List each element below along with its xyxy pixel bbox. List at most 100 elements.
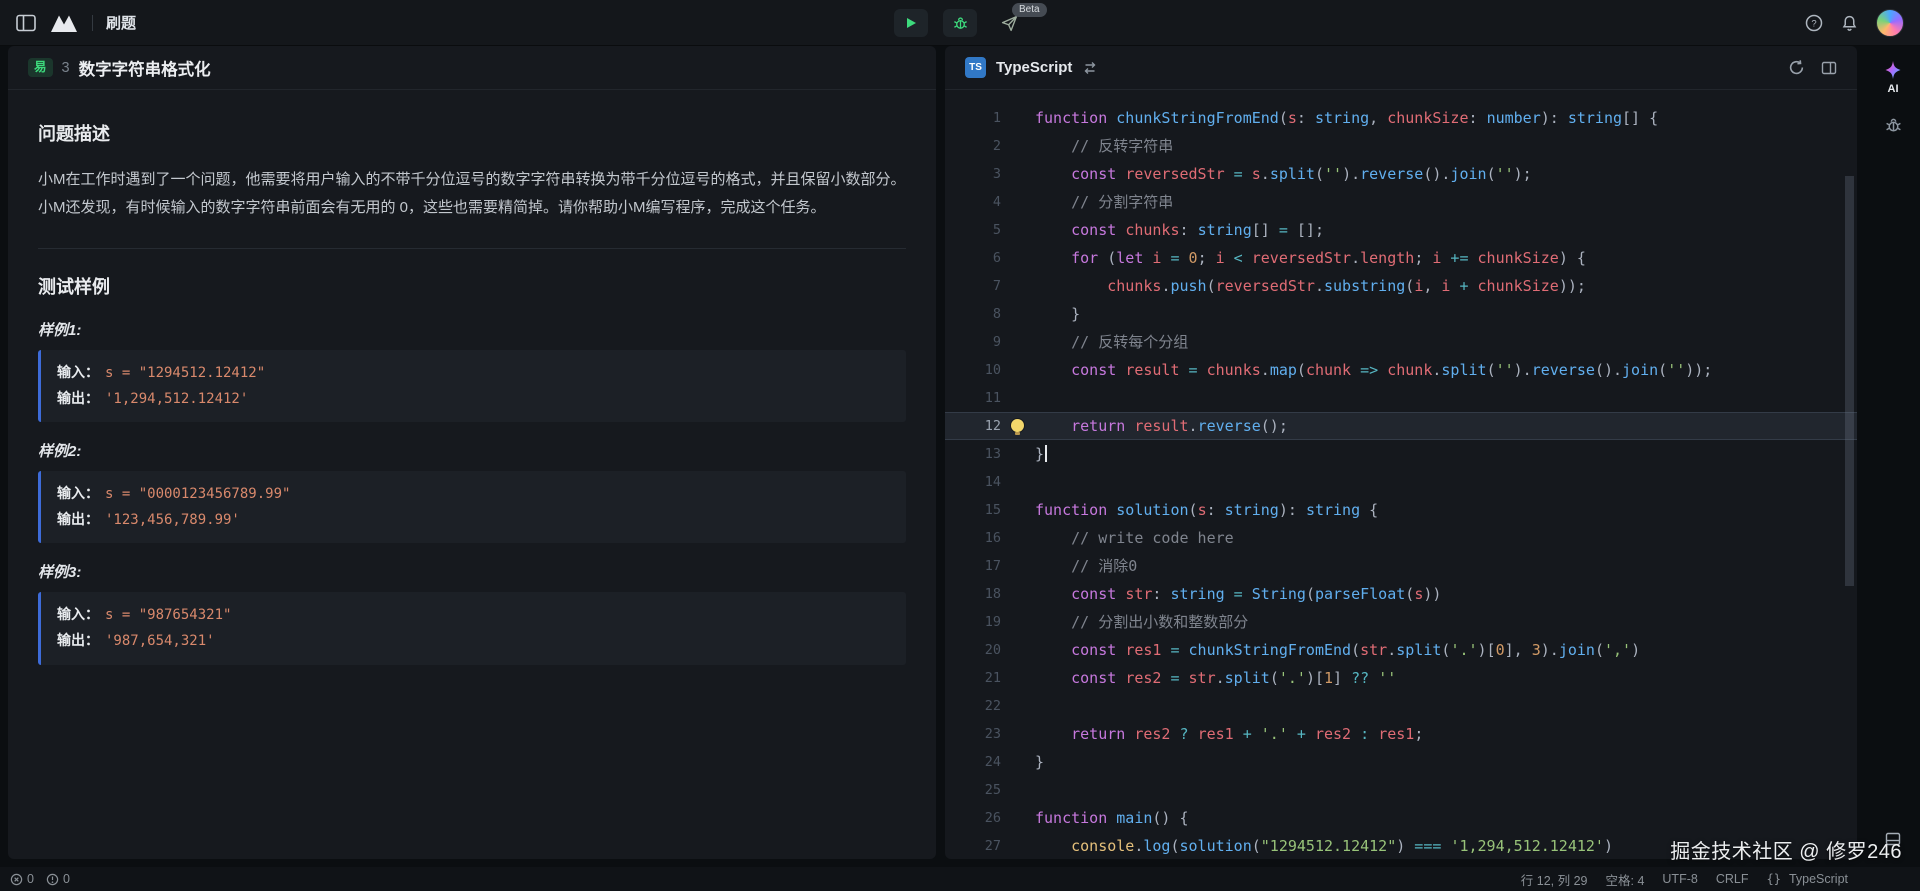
code-line[interactable]: 10 const result = chunks.map(chunk => ch… [945, 356, 1857, 384]
language-mode[interactable]: {} TypeScript [1766, 872, 1848, 886]
line-number: 6 [945, 244, 1001, 272]
code-line[interactable]: 3 const reversedStr = s.split('').revers… [945, 160, 1857, 188]
lightbulb-icon[interactable] [1011, 419, 1024, 432]
line-number: 7 [945, 272, 1001, 300]
submit-button[interactable]: Beta [992, 9, 1026, 37]
line-content: function chunkStringFromEnd(s: string, c… [1001, 104, 1658, 132]
logo[interactable] [49, 12, 79, 34]
line-content: const result = chunks.map(chunk => chunk… [1001, 356, 1712, 384]
indent-setting[interactable]: 空格: 4 [1606, 870, 1645, 889]
run-button[interactable] [894, 9, 928, 37]
line-content: chunks.push(reversedStr.substring(i, i +… [1001, 272, 1586, 300]
line-number: 2 [945, 132, 1001, 160]
line-number: 17 [945, 552, 1001, 580]
notifications-bell-icon[interactable] [1841, 14, 1858, 32]
code-line[interactable]: 20 const res1 = chunkStringFromEnd(str.s… [945, 636, 1857, 664]
code-line[interactable]: 23 return res2 ? res1 + '.' + res2 : res… [945, 720, 1857, 748]
problem-panel: 易 3 数字字符串格式化 问题描述 小M在工作时遇到了一个问题，他需要将用户输入… [8, 46, 936, 859]
braces-icon: {} [1766, 872, 1780, 886]
split-editor-icon[interactable] [1821, 60, 1837, 76]
code-line[interactable]: 25 [945, 776, 1857, 804]
topbar-divider [92, 15, 93, 31]
code-line[interactable]: 17 // 消除0 [945, 552, 1857, 580]
line-content: function main() { [1001, 804, 1189, 832]
main-content: 易 3 数字字符串格式化 问题描述 小M在工作时遇到了一个问题，他需要将用户输入… [0, 46, 1920, 867]
code-line[interactable]: 1function chunkStringFromEnd(s: string, … [945, 104, 1857, 132]
encoding[interactable]: UTF-8 [1662, 872, 1697, 886]
line-content: // 分割出小数和整数部分 [1001, 608, 1248, 636]
sample-1-label: 样例1: [38, 319, 906, 340]
code-line[interactable]: 2 // 反转字符串 [945, 132, 1857, 160]
code-line[interactable]: 22 [945, 692, 1857, 720]
output-value: '1,294,512.12412' [105, 391, 248, 407]
eol-setting[interactable]: CRLF [1716, 872, 1749, 886]
editor-header: TS TypeScript [945, 46, 1857, 90]
output-label: 输出： [57, 511, 99, 527]
line-number: 18 [945, 580, 1001, 608]
debug-button[interactable] [943, 9, 977, 37]
code-line[interactable]: 12 return result.reverse(); [945, 412, 1857, 440]
watermark: 掘金技术社区 @ 修罗246 [1670, 835, 1902, 864]
code-line[interactable]: 24} [945, 748, 1857, 776]
svg-text:?: ? [1811, 18, 1816, 29]
input-label: 输入： [57, 364, 99, 380]
code-line[interactable]: 6 for (let i = 0; i < reversedStr.length… [945, 244, 1857, 272]
output-value: '123,456,789.99' [105, 512, 240, 528]
sample-1-output: 输出：'1,294,512.12412' [57, 386, 890, 412]
line-number: 26 [945, 804, 1001, 832]
statusbar-problems[interactable]: 0 0 [10, 872, 70, 886]
code-line[interactable]: 5 const chunks: string[] = []; [945, 216, 1857, 244]
ai-assistant-button[interactable]: AI [1883, 60, 1903, 95]
problem-header: 易 3 数字字符串格式化 [8, 46, 936, 90]
line-number: 4 [945, 188, 1001, 216]
warning-count: 0 [63, 872, 70, 886]
code-line[interactable]: 4 // 分割字符串 [945, 188, 1857, 216]
line-number: 9 [945, 328, 1001, 356]
code-line[interactable]: 16 // write code here [945, 524, 1857, 552]
code-line[interactable]: 7 chunks.push(reversedStr.substring(i, i… [945, 272, 1857, 300]
editor-panel: TS TypeScript 1function chunkStringFromE… [945, 46, 1857, 859]
code-line[interactable]: 9 // 反转每个分组 [945, 328, 1857, 356]
code-line[interactable]: 15function solution(s: string): string { [945, 496, 1857, 524]
code-area[interactable]: 1function chunkStringFromEnd(s: string, … [945, 90, 1857, 859]
difficulty-badge: 易 [28, 58, 53, 77]
language-label: TypeScript [996, 59, 1072, 76]
line-content [1001, 384, 1035, 412]
line-number: 21 [945, 664, 1001, 692]
line-number: 8 [945, 300, 1001, 328]
code-line[interactable]: 13} [945, 440, 1857, 468]
code-line[interactable]: 18 const str: string = String(parseFloat… [945, 580, 1857, 608]
error-count: 0 [27, 872, 34, 886]
errors-indicator[interactable]: 0 [10, 872, 34, 886]
code-line[interactable]: 26function main() { [945, 804, 1857, 832]
editor-scrollbar[interactable] [1845, 136, 1856, 836]
code-line[interactable]: 21 const res2 = str.split('.')[1] ?? '' [945, 664, 1857, 692]
debug-panel-button[interactable] [1885, 117, 1902, 134]
sidebar-toggle-icon[interactable] [16, 14, 36, 32]
line-content: const res1 = chunkStringFromEnd(str.spli… [1001, 636, 1640, 664]
sample-3-output: 输出：'987,654,321' [57, 628, 890, 654]
reset-code-icon[interactable] [1788, 59, 1805, 76]
code-line[interactable]: 8 } [945, 300, 1857, 328]
line-content: const str: string = String(parseFloat(s)… [1001, 580, 1441, 608]
problem-body: 问题描述 小M在工作时遇到了一个问题，他需要将用户输入的不带千分位逗号的数字字符… [8, 90, 936, 699]
line-number: 10 [945, 356, 1001, 384]
sample-1-input: 输入：s = "1294512.12412" [57, 360, 890, 386]
line-content: const chunks: string[] = []; [1001, 216, 1324, 244]
text-cursor [1045, 445, 1047, 462]
line-content: // write code here [1001, 524, 1234, 552]
line-content: // 反转每个分组 [1001, 328, 1188, 356]
code-line[interactable]: 11 [945, 384, 1857, 412]
avatar[interactable] [1876, 9, 1904, 37]
line-content: } [1001, 300, 1080, 328]
switch-language-icon[interactable] [1082, 61, 1098, 75]
cursor-position[interactable]: 行 12, 列 29 [1521, 870, 1588, 889]
code-line[interactable]: 14 [945, 468, 1857, 496]
ai-star-icon [1883, 60, 1903, 80]
help-icon[interactable]: ? [1805, 14, 1823, 32]
warnings-indicator[interactable]: 0 [46, 872, 70, 886]
code-line[interactable]: 19 // 分割出小数和整数部分 [945, 608, 1857, 636]
line-content: console.log(solution("1294512.12412") ==… [1001, 832, 1613, 859]
warning-circle-icon [46, 873, 59, 886]
scrollbar-thumb[interactable] [1845, 176, 1854, 586]
